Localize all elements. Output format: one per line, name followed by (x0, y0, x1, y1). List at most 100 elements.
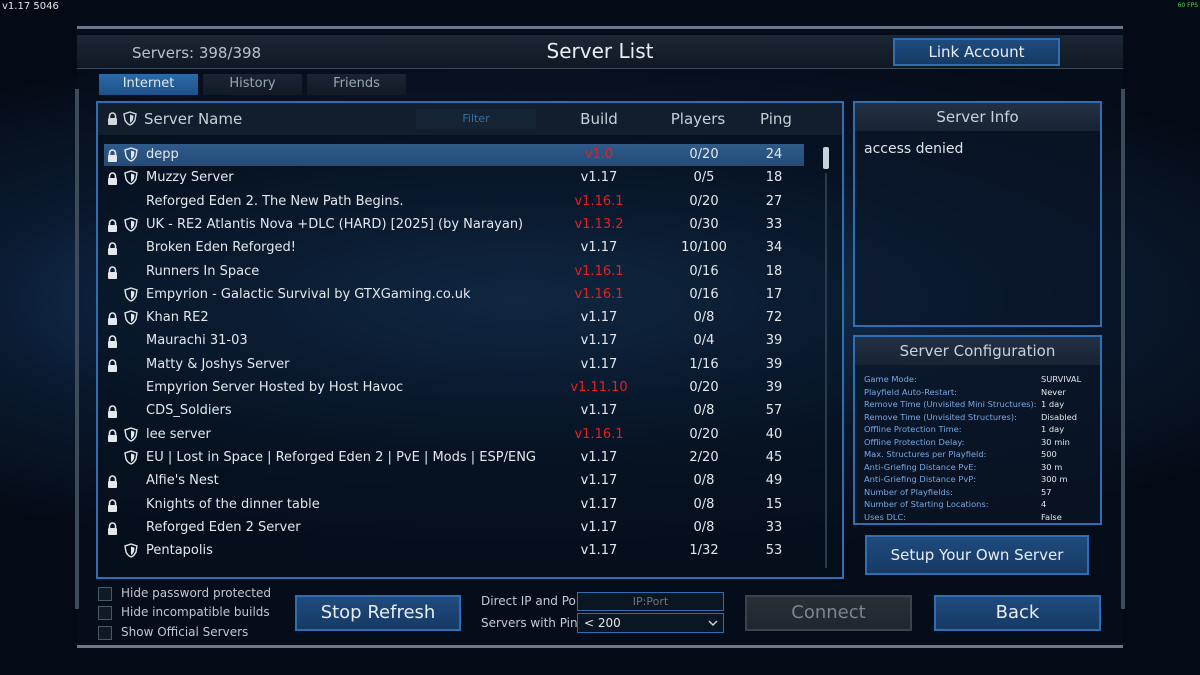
table-row[interactable]: Alfie's Nest v1.17 0/8 49 (104, 470, 804, 492)
config-row: Offline Protection Time: 1 day (864, 423, 1099, 435)
table-row[interactable]: Empyrion - Galactic Survival by GTXGamin… (104, 284, 804, 306)
hide-password-checkbox[interactable] (98, 587, 112, 601)
server-players: 1/16 (689, 356, 719, 372)
hide-incompatible-label[interactable]: Hide incompatible builds (121, 605, 270, 619)
table-row[interactable]: CDS_Soldiers v1.17 0/8 57 (104, 400, 804, 422)
lock-icon (107, 310, 118, 329)
config-row: Number of Playfields: 57 (864, 486, 1099, 498)
config-key: Offline Protection Time: (864, 424, 962, 434)
server-players: 0/8 (693, 496, 715, 512)
fps-counter: 60 FPS (1177, 2, 1198, 9)
server-build: v1.17 (580, 170, 618, 186)
config-value: 500 (1041, 449, 1057, 459)
server-name: CDS_Soldiers (146, 403, 232, 419)
server-config-panel: Server Configuration Game Mode: SURVIVAL P… (853, 335, 1102, 525)
table-row[interactable]: Reforged Eden 2 Server v1.17 0/8 33 (104, 517, 804, 539)
connect-button[interactable]: Connect (745, 595, 912, 631)
filter-input[interactable]: Filter (416, 109, 536, 129)
table-row[interactable]: Knights of the dinner table v1.17 0/8 15 (104, 494, 804, 516)
table-row[interactable]: Khan RE2 v1.17 0/8 72 (104, 307, 804, 329)
direct-ip-input[interactable] (577, 592, 724, 611)
server-ping: 72 (765, 310, 783, 326)
shield-header-icon[interactable] (123, 111, 137, 126)
table-row[interactable]: UK - RE2 Atlantis Nova +DLC (HARD) [2025… (104, 214, 804, 236)
scrollbar-track[interactable] (825, 173, 827, 568)
list-scrollbar[interactable] (821, 143, 831, 573)
show-official-label[interactable]: Show Official Servers (121, 625, 248, 639)
table-row[interactable]: depp v1.0 0/20 24 (104, 144, 804, 166)
lock-icon (107, 520, 118, 539)
version-label: v1.17 5046 (2, 1, 59, 12)
direct-ip-label: Direct IP and Port: (481, 594, 590, 608)
server-build: v1.17 (580, 403, 618, 419)
column-ping[interactable]: Ping (748, 110, 804, 128)
table-row[interactable]: Muzzy Server v1.17 0/5 18 (104, 167, 804, 189)
server-ping: 45 (765, 449, 783, 465)
config-value: 57 (1041, 486, 1052, 497)
table-row[interactable]: Matty & Joshys Server v1.17 1/16 39 (104, 354, 804, 376)
tab-internet[interactable]: Internet (99, 74, 198, 95)
frame-left-edge (75, 89, 79, 609)
table-row[interactable]: Runners In Space v1.16.1 0/16 18 (104, 261, 804, 283)
config-row: Playfield Auto-Restart: Never (864, 386, 1099, 398)
server-name: Runners In Space (146, 263, 260, 279)
table-row[interactable]: Broken Eden Reforged! v1.17 10/100 34 (104, 237, 804, 259)
lock-icon (107, 427, 118, 446)
server-ping: 24 (765, 147, 783, 162)
server-build: v1.17 (580, 356, 618, 372)
server-players: 10/100 (681, 240, 727, 256)
hide-incompatible-checkbox[interactable] (98, 606, 112, 620)
config-row: Offline Protection Delay: 30 min (864, 436, 1099, 448)
table-row[interactable]: EU | Lost in Space | Reforged Eden 2 | P… (104, 447, 804, 469)
server-ping: 18 (765, 263, 783, 279)
server-info-title: Server Info (855, 103, 1100, 131)
table-row[interactable]: lee server v1.16.1 0/20 40 (104, 424, 804, 446)
column-server-name[interactable]: Server Name (144, 110, 242, 128)
server-name: UK - RE2 Atlantis Nova +DLC (HARD) [2025… (146, 216, 524, 232)
scrollbar-thumb[interactable] (823, 147, 829, 169)
server-players: 0/8 (693, 473, 715, 489)
config-value: 4 (1041, 499, 1047, 509)
config-row: Anti-Griefing Distance PvP: 300 m (864, 473, 1099, 485)
lock-icon (107, 333, 118, 352)
setup-own-server-button[interactable]: Setup Your Own Server (865, 535, 1089, 575)
server-name: Empyrion - Galactic Survival by GTXGamin… (146, 286, 471, 302)
server-name: Reforged Eden 2. The New Path Begins. (146, 193, 404, 209)
config-value: False (1041, 511, 1062, 522)
config-row: Anti-Griefing Distance PvE: 30 m (864, 461, 1099, 473)
table-row[interactable]: Maurachi 31-03 v1.17 0/4 39 (104, 330, 804, 352)
table-row[interactable]: Empyrion Server Hosted by Host Havoc v1.1… (104, 377, 804, 399)
table-row[interactable]: Pentapolis v1.17 1/32 53 (104, 540, 804, 562)
config-key: Remove Time (Unvisited Structures): (864, 411, 1017, 422)
server-players: 1/32 (689, 543, 719, 559)
config-value: Disabled (1041, 411, 1078, 422)
back-button[interactable]: Back (934, 595, 1101, 631)
server-build: v1.17 (580, 240, 618, 256)
config-key: Remove Time (Unvisited Mini Structures): (864, 399, 1037, 409)
server-name: Khan RE2 (146, 310, 209, 326)
hide-password-label[interactable]: Hide password protected (121, 586, 271, 600)
server-ping: 17 (765, 286, 783, 302)
server-name: Alfie's Nest (146, 473, 219, 489)
server-name: Broken Eden Reforged! (146, 240, 297, 256)
link-account-button[interactable]: Link Account (893, 38, 1060, 66)
server-players: 0/20 (689, 380, 719, 395)
lock-header-icon[interactable] (107, 112, 118, 125)
server-build: v1.17 (580, 333, 618, 349)
column-players[interactable]: Players (654, 110, 742, 128)
shield-icon (124, 287, 138, 306)
server-ping: 33 (765, 216, 783, 232)
tab-friends[interactable]: Friends (307, 74, 406, 95)
server-players: 0/16 (689, 286, 719, 302)
server-ping: 40 (765, 426, 783, 442)
stop-refresh-button[interactable]: Stop Refresh (295, 595, 461, 631)
ping-filter-select[interactable]: < 200 (577, 613, 724, 633)
table-row[interactable]: Reforged Eden 2. The New Path Begins. v1.… (104, 191, 804, 213)
config-key: Max. Structures per Playfield: (864, 449, 987, 459)
column-build[interactable]: Build (544, 110, 654, 128)
show-official-checkbox[interactable] (98, 626, 112, 640)
tab-history[interactable]: History (203, 74, 302, 95)
server-info-panel: Server Info access denied (853, 101, 1102, 327)
server-build: v1.17 (580, 449, 618, 465)
lock-icon (107, 240, 118, 259)
